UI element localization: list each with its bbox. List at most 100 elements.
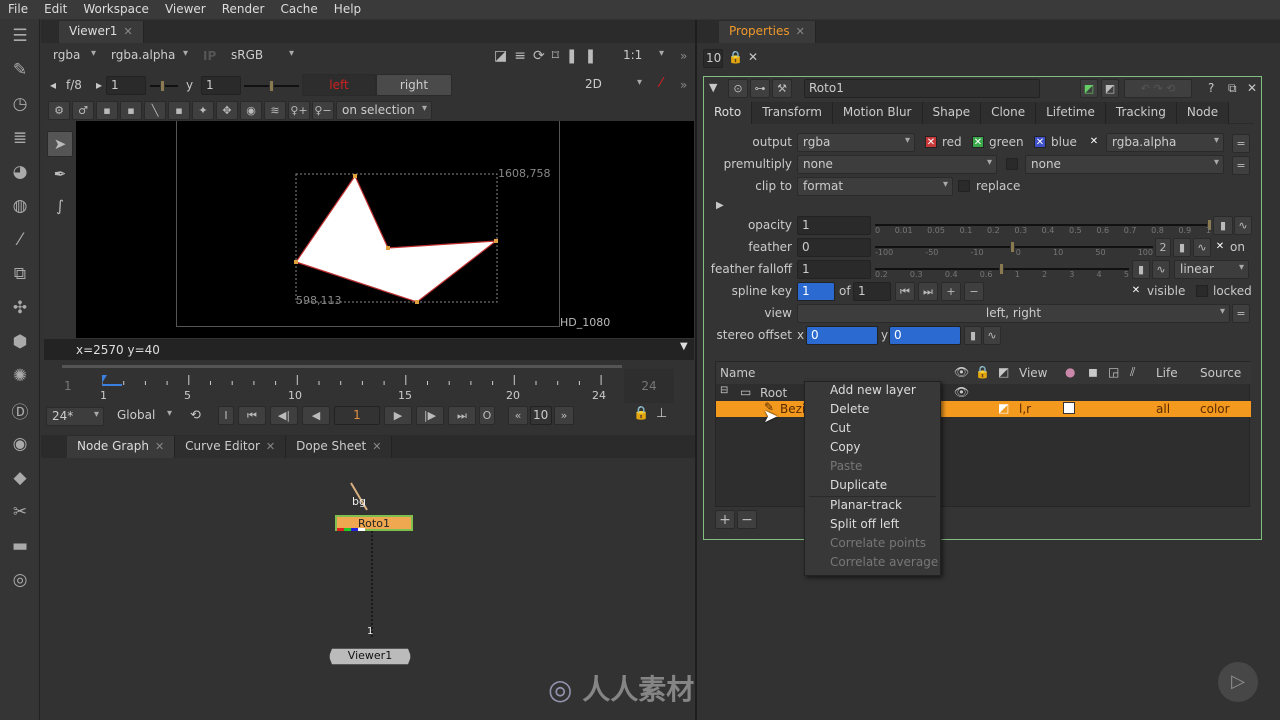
menu-cache[interactable]: Cache <box>272 0 325 19</box>
motion-blur-icon[interactable]: ≋ <box>264 101 286 120</box>
info-dropdown-icon[interactable]: ▼ <box>680 341 688 352</box>
point-one-icon[interactable]: ▪ <box>120 101 142 120</box>
views-icon[interactable]: ◆ <box>0 461 40 495</box>
add-key-icon[interactable]: ♀+ <box>288 101 310 120</box>
layer-life[interactable]: all <box>1156 402 1170 416</box>
view-dropdown[interactable]: left, right <box>797 304 1230 323</box>
view-mode-dropdown[interactable]: 2D <box>580 76 646 95</box>
menu-workspace[interactable]: Workspace <box>75 0 157 19</box>
layer-view[interactable]: l,r <box>1019 402 1031 416</box>
remove-layer-button[interactable]: − <box>737 510 757 529</box>
curve-icon[interactable]: ∿ <box>1152 260 1170 279</box>
feather-on-checkbox[interactable]: ✕ <box>1214 241 1226 253</box>
float-panel-icon[interactable]: ⧉ <box>1228 81 1237 96</box>
menu-duplicate[interactable]: Duplicate <box>805 477 940 496</box>
out-point-button[interactable]: O <box>479 406 495 425</box>
tab-node-graph[interactable]: Node Graph ✕ <box>67 436 176 458</box>
remove-key-icon[interactable]: − <box>964 282 984 301</box>
last-frame-button[interactable]: ⏭ <box>448 406 476 425</box>
wipe-icon[interactable]: ◪ <box>494 48 514 64</box>
layers-icon[interactable]: ☰ <box>0 19 40 53</box>
view-link-button[interactable]: = <box>1232 304 1250 323</box>
menu-render[interactable]: Render <box>214 0 273 19</box>
other-icon[interactable]: ◎ <box>0 563 40 597</box>
opacity-slider[interactable]: 0 0.01 0.05 0.1 0.2 0.3 0.4 0.5 0.6 0.7 0.8 0.9 1 <box>875 216 1212 235</box>
channels-dropdown[interactable]: rgba <box>48 47 100 66</box>
toolsets-icon[interactable]: ▬ <box>0 529 40 563</box>
settings-icon[interactable]: ⚙ <box>48 101 70 120</box>
timeline-scrollbar[interactable] <box>62 365 622 368</box>
right-view-button[interactable]: right <box>376 74 452 96</box>
next-keyframe-button[interactable]: |▶ <box>416 406 444 425</box>
eye-icon[interactable]: 👁 <box>954 385 969 399</box>
menu-split-off-left[interactable]: Split off left <box>805 516 940 535</box>
clock-icon[interactable]: ◷ <box>0 87 40 121</box>
playback-mode-icon[interactable]: ⟲ <box>190 408 201 423</box>
fstop-left-arrow[interactable]: ◂ <box>50 78 56 92</box>
play-backward-button[interactable]: ◀ <box>302 406 330 425</box>
gamma-slider[interactable] <box>244 77 299 95</box>
spline-key-input[interactable]: 1 <box>797 282 835 301</box>
close-panel-icon[interactable]: ✕ <box>1247 81 1257 95</box>
close-icon[interactable]: ✕ <box>155 440 164 453</box>
output-dropdown[interactable]: rgba <box>797 133 915 152</box>
sphere-icon[interactable]: ◍ <box>0 189 40 223</box>
clip-to-dropdown[interactable]: format <box>797 177 953 196</box>
select-tool-icon[interactable]: ➤ <box>47 131 73 157</box>
step-back-button[interactable]: « <box>508 406 528 425</box>
color-icon[interactable]: ◕ <box>0 155 40 189</box>
timeline-end[interactable]: 24 <box>624 369 674 403</box>
locked-checkbox[interactable] <box>1196 285 1208 297</box>
splitter[interactable] <box>695 20 697 720</box>
3d-icon[interactable]: ✺ <box>0 359 40 393</box>
frame-input[interactable]: 1 <box>334 406 380 425</box>
color-swatch[interactable] <box>1063 402 1075 414</box>
alpha-checkbox[interactable]: ✕ <box>1088 136 1100 148</box>
menu-cut[interactable]: Cut <box>805 420 940 439</box>
transform-handle-icon[interactable]: ✥ <box>216 101 238 120</box>
merge-icon[interactable]: ✣ <box>0 291 40 325</box>
stereo-x-input[interactable]: 0 <box>806 326 878 345</box>
invert-checkbox[interactable] <box>1006 158 1018 170</box>
timeline-ruler[interactable] <box>102 371 612 401</box>
remove-key-icon[interactable]: ♀− <box>312 101 334 120</box>
link-icon[interactable]: ♂ <box>72 101 94 120</box>
animation-icon[interactable]: ▮ <box>1132 260 1150 279</box>
clear-panels-icon[interactable]: ✕ <box>748 50 758 64</box>
lock-icon[interactable]: 🔒 <box>975 365 990 379</box>
step-input[interactable]: 10 <box>530 406 552 425</box>
menu-copy[interactable]: Copy <box>805 439 940 458</box>
pen-tool-icon[interactable]: ✒ <box>47 161 73 187</box>
close-icon[interactable]: ✕ <box>123 25 132 38</box>
collapse-icon[interactable]: ▼ <box>709 81 717 94</box>
undo-redo-buttons[interactable]: ↶ ↷ ⟲ <box>1124 79 1192 98</box>
premultiply-mask-dropdown[interactable]: none <box>1025 155 1224 174</box>
collapse-icon[interactable]: ⊟ <box>720 385 728 396</box>
feather-input[interactable]: 0 <box>797 238 871 257</box>
red-checkbox[interactable]: ✕ <box>925 136 937 148</box>
curve-delete-icon[interactable]: ╲ <box>144 101 166 120</box>
column-view[interactable]: View <box>1019 366 1047 380</box>
brush-tool-icon[interactable]: ∫ <box>47 193 73 219</box>
close-icon[interactable]: ✕ <box>372 440 381 453</box>
max-panels-input[interactable]: 10 <box>703 49 723 68</box>
feather-falloff-input[interactable]: 1 <box>797 260 871 279</box>
refresh-icon[interactable]: ⟳ <box>533 48 552 64</box>
green-checkbox[interactable]: ✕ <box>972 136 984 148</box>
next-key-icon[interactable]: ⏭ <box>918 282 938 301</box>
animation-icon[interactable]: ▮ <box>1173 238 1191 257</box>
tab-roto[interactable]: Roto <box>704 102 753 124</box>
tab-viewer1[interactable]: Viewer1 ✕ <box>59 21 144 43</box>
column-life[interactable]: Life <box>1156 366 1178 380</box>
output-link-button[interactable]: = <box>1232 134 1250 153</box>
alpha-dropdown[interactable]: rgba.alpha <box>106 47 192 66</box>
stereo-y-input[interactable]: 0 <box>889 326 961 345</box>
left-view-button[interactable]: left <box>302 74 376 96</box>
expand-icon[interactable]: » <box>680 49 687 63</box>
particles-icon[interactable]: Ⓓ <box>0 393 40 427</box>
curve-icon[interactable]: ∿ <box>1193 238 1211 257</box>
add-key-icon[interactable]: + <box>941 282 961 301</box>
menu-file[interactable]: File <box>0 0 36 19</box>
tab-shape[interactable]: Shape <box>922 102 982 124</box>
wrench-icon[interactable]: ⚒ <box>772 79 792 98</box>
